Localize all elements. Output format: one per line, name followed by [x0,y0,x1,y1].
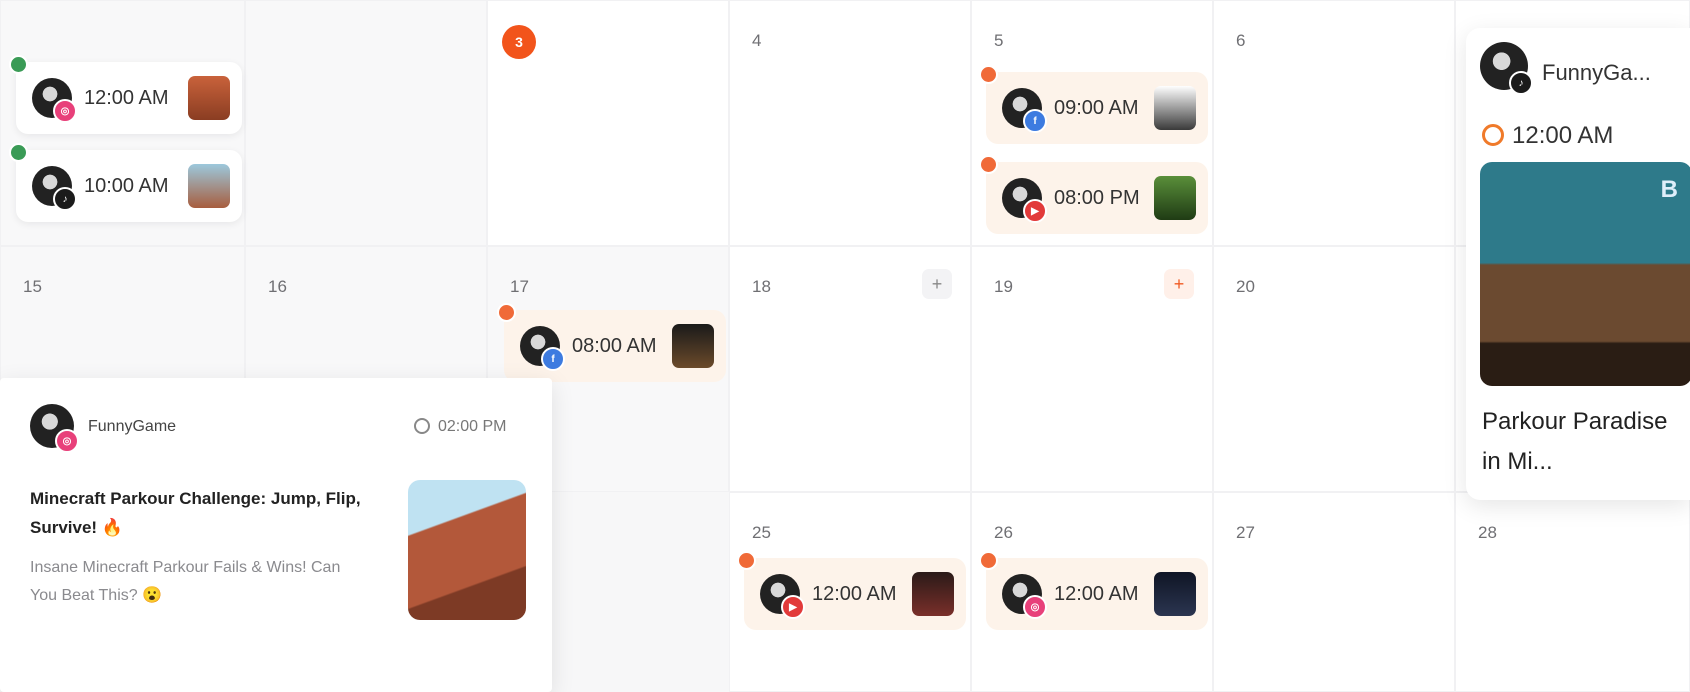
facebook-badge-icon: f [1023,109,1047,133]
day-cell-18[interactable]: 18 + [729,246,971,492]
event-time: 08:00 AM [572,334,657,357]
avatar: ▶ [1002,178,1047,223]
day-number: 17 [510,277,529,296]
day-number: 6 [1236,31,1246,50]
instagram-badge-icon: ◎ [1023,595,1047,619]
post-thumbnail [672,324,714,368]
post-thumbnail [188,164,230,208]
post-thumbnail [1154,176,1196,220]
youtube-badge-icon: ▶ [781,595,805,619]
scheduled-status-dot [979,551,998,570]
avatar: ▶ [760,574,805,619]
day-cell-19[interactable]: 19 + [971,246,1213,492]
event-time: 12:00 AM [84,86,169,109]
day-number: 15 [23,277,42,296]
post-preview-card[interactable]: ♪ FunnyGa... 12:00 AM B Parkour Paradise… [1466,28,1690,500]
tiktok-badge-icon: ♪ [53,187,77,211]
event-time: 08:00 PM [1054,186,1140,209]
today-marker: 3 [502,25,536,59]
avatar: ♪ [1480,42,1533,95]
scheduled-status-dot [979,65,998,84]
day-cell-4[interactable]: 4 [729,0,971,246]
post-thumbnail: B [1480,162,1690,386]
event-chip[interactable]: f 08:00 AM [497,303,726,382]
instagram-badge-icon: ◎ [55,429,79,453]
event-time: 10:00 AM [84,174,169,197]
avatar: ◎ [30,404,79,453]
day-number: 28 [1478,523,1497,542]
published-status-dot [9,55,28,74]
event-chip[interactable]: ◎ 12:00 AM [979,551,1208,630]
day-number: 20 [1236,277,1255,296]
event-chip[interactable]: f 09:00 AM [979,65,1208,144]
event-chip[interactable]: ◎ 12:00 AM [9,55,242,134]
add-post-button[interactable]: + [1164,269,1194,299]
instagram-badge-icon: ◎ [53,99,77,123]
avatar: f [520,326,565,371]
post-thumbnail [1154,572,1196,616]
day-cell-6[interactable]: 6 [1213,0,1455,246]
event-chip[interactable]: ▶ 12:00 AM [737,551,966,630]
event-time: 12:00 AM [1054,582,1139,605]
avatar: ◎ [1002,574,1047,619]
event-time: 12:00 AM [812,582,897,605]
add-post-button[interactable]: + [922,269,952,299]
scheduled-status-dot [737,551,756,570]
day-number: 25 [752,523,771,542]
event-chip[interactable]: ♪ 10:00 AM [9,143,242,222]
day-number: 16 [268,277,287,296]
avatar: ♪ [32,166,77,211]
post-title: Parkour Paradise in Mi... [1482,408,1668,475]
day-number: 4 [752,31,762,50]
post-time: 02:00 PM [438,418,507,435]
clock-icon [1482,124,1504,146]
day-number: 19 [994,277,1013,296]
author-name: FunnyGame [88,418,177,435]
tiktok-badge-icon: ♪ [1509,71,1533,95]
avatar: f [1002,88,1047,133]
post-thumbnail [408,480,526,620]
day-number: 5 [994,31,1004,50]
day-number: 26 [994,523,1013,542]
post-thumbnail [188,76,230,120]
day-cell-prev-2[interactable] [245,0,487,246]
day-number: 27 [1236,523,1255,542]
clock-icon [414,418,430,434]
published-status-dot [9,143,28,162]
post-title: Minecraft Parkour Challenge: Jump, Flip,… [30,489,361,537]
thumbnail-mark: B [1660,176,1678,203]
avatar: ◎ [32,78,77,123]
facebook-badge-icon: f [541,347,565,371]
scheduled-status-dot [497,303,516,322]
post-description: Insane Minecraft Parkour Fails & Wins! C… [30,559,341,604]
author-name: FunnyGa... [1542,60,1651,85]
day-cell-28[interactable]: 28 [1455,492,1690,692]
scheduled-status-dot [979,155,998,174]
event-chip[interactable]: ▶ 08:00 PM [979,155,1208,234]
day-number: 18 [752,277,771,296]
day-cell-3[interactable]: 3 [487,0,729,246]
post-preview-card[interactable]: ◎ FunnyGame 02:00 PM Minecraft Parkour C… [0,378,552,692]
post-time: 12:00 AM [1512,122,1614,149]
event-time: 09:00 AM [1054,96,1139,119]
post-thumbnail [1154,86,1196,130]
post-thumbnail [912,572,954,616]
youtube-badge-icon: ▶ [1023,199,1047,223]
day-cell-20[interactable]: 20 [1213,246,1455,492]
day-cell-27[interactable]: 27 [1213,492,1455,692]
